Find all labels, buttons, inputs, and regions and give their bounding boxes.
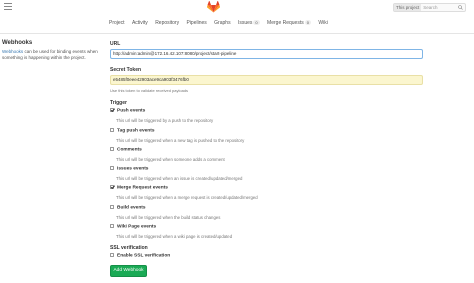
- wiki-page-events-desc: This url will be triggered when a wiki p…: [116, 234, 233, 239]
- trigger-push-events[interactable]: Push events: [110, 107, 146, 114]
- ssl-verification-label: SSL verification: [110, 245, 148, 251]
- merge-request-events-label: Merge Request events: [117, 185, 168, 191]
- build-events-desc: This url will be triggered when the buil…: [116, 215, 221, 220]
- search-input[interactable]: This project Search: [393, 3, 466, 12]
- secret-token-input[interactable]: e5485f0eee42903ace9ca903f3476fb0: [110, 75, 423, 85]
- page-title: Webhooks: [2, 40, 33, 46]
- trigger-merge-request-events[interactable]: Merge Request events: [110, 184, 168, 191]
- tab-issues-label: Issues: [237, 20, 253, 26]
- trigger-comments[interactable]: Comments: [110, 146, 142, 153]
- project-nav: Project Activity Repository Pipelines Gr…: [109, 20, 334, 30]
- wiki-page-events-checkbox[interactable]: [110, 223, 114, 228]
- tab-issues[interactable]: Issues 0: [238, 20, 260, 26]
- push-events-desc: This url will be triggered by a push to …: [116, 118, 214, 123]
- secret-token-help: Use this token to validate received payl…: [110, 88, 189, 93]
- tab-activity[interactable]: Activity: [132, 20, 148, 26]
- tag-push-events-label: Tag push events: [117, 128, 155, 134]
- tab-wiki[interactable]: Wiki: [318, 20, 327, 26]
- issues-events-checkbox[interactable]: [110, 165, 114, 170]
- tab-project[interactable]: Project: [109, 20, 125, 26]
- gitlab-logo-icon[interactable]: [207, 1, 220, 13]
- tab-merge-requests[interactable]: Merge Requests 0: [267, 20, 311, 26]
- search-placeholder: Search: [423, 5, 438, 10]
- trigger-label: Trigger: [110, 100, 127, 106]
- trigger-build-events[interactable]: Build events: [110, 204, 146, 211]
- top-bar: This project Search: [0, 0, 474, 14]
- merge-request-events-checkbox[interactable]: [110, 184, 114, 189]
- issues-events-label: Issues events: [117, 166, 149, 172]
- comments-desc: This url will be triggered when someone …: [116, 157, 225, 162]
- tag-push-events-desc: This url will be triggered when a new ta…: [116, 138, 245, 143]
- tab-repository[interactable]: Repository: [155, 20, 179, 26]
- trigger-wiki-page-events[interactable]: Wiki Page events: [110, 223, 157, 230]
- merge-request-events-desc: This url will be triggered when a merge …: [116, 195, 258, 200]
- search-scope-badge[interactable]: This project: [394, 4, 422, 11]
- comments-checkbox[interactable]: [110, 146, 114, 151]
- search-icon: [458, 5, 463, 10]
- issues-count-badge: 0: [253, 20, 260, 25]
- push-events-label: Push events: [117, 108, 146, 114]
- menu-icon[interactable]: [4, 3, 12, 10]
- add-webhook-button[interactable]: Add Webhook: [110, 265, 147, 277]
- trigger-tag-push-events[interactable]: Tag push events: [110, 127, 155, 134]
- tab-merge-requests-label: Merge Requests: [267, 20, 304, 26]
- ssl-verification-option-label: Enable SSL verification: [117, 253, 171, 259]
- url-label: URL: [110, 41, 121, 47]
- url-input[interactable]: http://admin:admin@172.16.42.107:8080/pr…: [110, 49, 423, 59]
- trigger-issues-events[interactable]: Issues events: [110, 165, 149, 172]
- comments-label: Comments: [117, 147, 142, 153]
- secret-token-label: Secret Token: [110, 67, 142, 73]
- tag-push-events-checkbox[interactable]: [110, 127, 114, 132]
- build-events-label: Build events: [117, 205, 146, 211]
- ssl-verification-option[interactable]: Enable SSL verification: [110, 252, 171, 259]
- build-events-checkbox[interactable]: [110, 204, 114, 209]
- webhooks-help-link[interactable]: Webhooks: [2, 49, 23, 54]
- issues-events-desc: This url will be triggered when an issue…: [116, 176, 243, 181]
- nav-divider: [0, 33, 474, 34]
- merge-requests-count-badge: 0: [304, 20, 311, 25]
- ssl-verification-checkbox[interactable]: [110, 252, 114, 257]
- tab-graphs[interactable]: Graphs: [214, 20, 230, 26]
- wiki-page-events-label: Wiki Page events: [117, 224, 157, 230]
- page-description: Webhooks can be used for binding events …: [2, 49, 102, 62]
- tab-pipelines[interactable]: Pipelines: [186, 20, 206, 26]
- push-events-checkbox[interactable]: [110, 107, 114, 112]
